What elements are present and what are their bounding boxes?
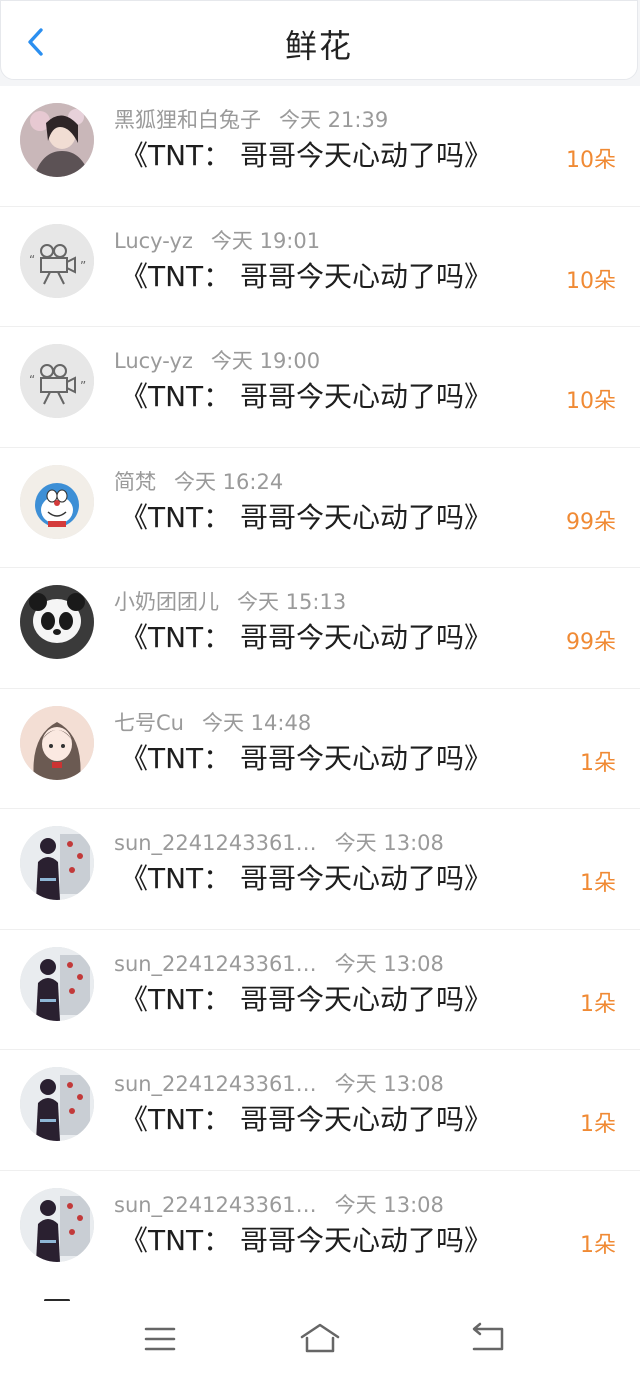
top-app-bar: 鲜花	[0, 0, 638, 80]
username[interactable]: 简梵	[114, 470, 156, 494]
timestamp: 今天 16:24	[174, 469, 284, 494]
timestamp: 今天 19:00	[210, 349, 321, 373]
record-meta: sun_2241243361… 今天 13:08	[114, 1068, 444, 1098]
gift-title: 《TNT： 哥哥今天心动了吗》	[120, 741, 493, 775]
timestamp: 今天 21:39	[279, 108, 389, 132]
username[interactable]: 黑狐狸和白兔子	[114, 108, 261, 132]
timestamp: 今天 19:01	[210, 228, 321, 253]
panda-icon	[20, 585, 94, 659]
timestamp: 今天 15:13	[237, 590, 347, 614]
record-meta: 简梵 今天 16:24	[114, 466, 283, 496]
back-nav-button[interactable]	[466, 1321, 510, 1357]
list-item[interactable]: “ ” Lucy-yz 今天 19:00 《TNT： 哥哥今天心动了吗》 10朵	[0, 327, 640, 448]
portrait-photo-icon	[20, 103, 94, 177]
system-nav-bar	[0, 1301, 640, 1376]
gift-title: 《TNT： 哥哥今天心动了吗》	[120, 1103, 493, 1136]
svg-text:“: “	[29, 253, 35, 267]
home-button[interactable]	[298, 1321, 342, 1357]
flower-count: 99朵	[566, 630, 616, 655]
avatar[interactable]	[20, 585, 94, 659]
username[interactable]: 小奶团团儿	[114, 590, 219, 614]
list-item[interactable]: 简梵 今天 16:24 《TNT： 哥哥今天心动了吗》 99朵	[0, 447, 640, 568]
timestamp: 今天 13:08	[334, 1072, 444, 1096]
username[interactable]: sun_2241243361…	[114, 1193, 317, 1217]
avatar[interactable]: “ ”	[20, 344, 94, 418]
timestamp: 今天 13:08	[334, 1192, 444, 1217]
record-meta: sun_2241243361… 今天 13:08	[114, 827, 444, 857]
flower-count: 1朵	[580, 991, 616, 1017]
flower-count: 1朵	[580, 871, 616, 896]
figure-photo-icon	[20, 1187, 94, 1262]
list-item[interactable]: sun_2241243361… 今天 13:08 《TNT： 哥哥今天心动了吗》 …	[0, 809, 640, 930]
flower-count: 10朵	[566, 389, 616, 414]
flower-count: 1朵	[580, 1232, 616, 1258]
avatar[interactable]	[20, 946, 94, 1021]
camera-icon: “ ”	[20, 344, 94, 418]
camera-icon: “ ”	[20, 223, 94, 298]
gift-title: 《TNT： 哥哥今天心动了吗》	[120, 1223, 493, 1257]
record-meta: 小奶团团儿 今天 15:13	[114, 586, 346, 616]
svg-text:”: ”	[80, 379, 86, 393]
gift-title: 《TNT： 哥哥今天心动了吗》	[120, 500, 493, 534]
doraemon-icon	[20, 464, 94, 539]
flower-count: 1朵	[580, 1112, 616, 1137]
avatar[interactable]: “ ”	[20, 223, 94, 298]
list-item[interactable]: sun_2241243361… 今天 13:08 《TNT： 哥哥今天心动了吗》 …	[0, 1050, 640, 1171]
flower-count: 1朵	[580, 750, 616, 776]
record-meta: sun_2241243361… 今天 13:08	[114, 948, 444, 978]
gift-title: 《TNT： 哥哥今天心动了吗》	[120, 862, 493, 895]
flower-count: 10朵	[566, 268, 616, 294]
gift-title: 《TNT： 哥哥今天心动了吗》	[120, 982, 493, 1016]
svg-text:”: ”	[80, 259, 86, 273]
home-icon	[300, 1323, 340, 1353]
anime-girl-icon	[20, 705, 94, 780]
gift-title: 《TNT： 哥哥今天心动了吗》	[120, 621, 493, 654]
gift-title: 《TNT： 哥哥今天心动了吗》	[120, 139, 493, 172]
figure-photo-icon	[20, 826, 94, 900]
list-item[interactable]: sun_2241243361… 今天 13:08 《TNT： 哥哥今天心动了吗》 …	[0, 1170, 640, 1291]
gift-title: 《TNT： 哥哥今天心动了吗》	[120, 259, 493, 293]
record-meta: 黑狐狸和白兔子 今天 21:39	[114, 104, 388, 134]
timestamp: 今天 14:48	[201, 710, 312, 735]
figure-photo-icon	[20, 946, 94, 1021]
timestamp: 今天 13:08	[334, 831, 444, 855]
username[interactable]: Lucy-yz	[114, 349, 193, 373]
record-meta: Lucy-yz 今天 19:00	[114, 345, 320, 375]
page-title: 鲜花	[284, 27, 353, 65]
list-item[interactable]: 黑狐狸和白兔子 今天 21:39 《TNT： 哥哥今天心动了吗》 10朵	[0, 86, 640, 207]
username[interactable]: sun_2241243361…	[114, 1072, 317, 1096]
figure-photo-icon	[20, 1067, 94, 1141]
username[interactable]: Lucy-yz	[114, 229, 193, 253]
back-icon	[472, 1322, 504, 1351]
avatar[interactable]	[20, 464, 94, 539]
avatar[interactable]	[20, 705, 94, 780]
list-item[interactable]: 七号Cu 今天 14:48 《TNT： 哥哥今天心动了吗》 1朵	[0, 688, 640, 809]
avatar[interactable]	[20, 1187, 94, 1262]
list-item-partial[interactable]	[0, 1281, 640, 1302]
record-meta: Lucy-yz 今天 19:01	[114, 225, 320, 255]
avatar[interactable]	[20, 826, 94, 900]
record-meta: 七号Cu 今天 14:48	[114, 707, 311, 737]
record-meta: sun_2241243361… 今天 13:08	[114, 1189, 444, 1219]
menu-button[interactable]	[138, 1321, 182, 1357]
username[interactable]: sun_2241243361…	[114, 831, 317, 855]
timestamp: 今天 13:08	[334, 951, 444, 976]
avatar[interactable]	[20, 1067, 94, 1141]
list-item[interactable]: “ ” Lucy-yz 今天 19:01 《TNT： 哥哥今天心动了吗》 10朵	[0, 206, 640, 327]
list-item[interactable]: 小奶团团儿 今天 15:13 《TNT： 哥哥今天心动了吗》 99朵	[0, 568, 640, 689]
avatar[interactable]	[20, 103, 94, 177]
list-item[interactable]: sun_2241243361… 今天 13:08 《TNT： 哥哥今天心动了吗》 …	[0, 929, 640, 1050]
svg-text:“: “	[29, 373, 35, 387]
menu-icon	[144, 1327, 176, 1351]
gift-title: 《TNT： 哥哥今天心动了吗》	[120, 380, 493, 413]
username[interactable]: sun_2241243361…	[114, 952, 317, 976]
username[interactable]: 七号Cu	[114, 711, 184, 735]
flower-count: 99朵	[566, 509, 616, 535]
gift-record-list[interactable]: 黑狐狸和白兔子 今天 21:39 《TNT： 哥哥今天心动了吗》 10朵 “ ” …	[0, 86, 640, 1291]
flower-count: 10朵	[566, 148, 616, 173]
